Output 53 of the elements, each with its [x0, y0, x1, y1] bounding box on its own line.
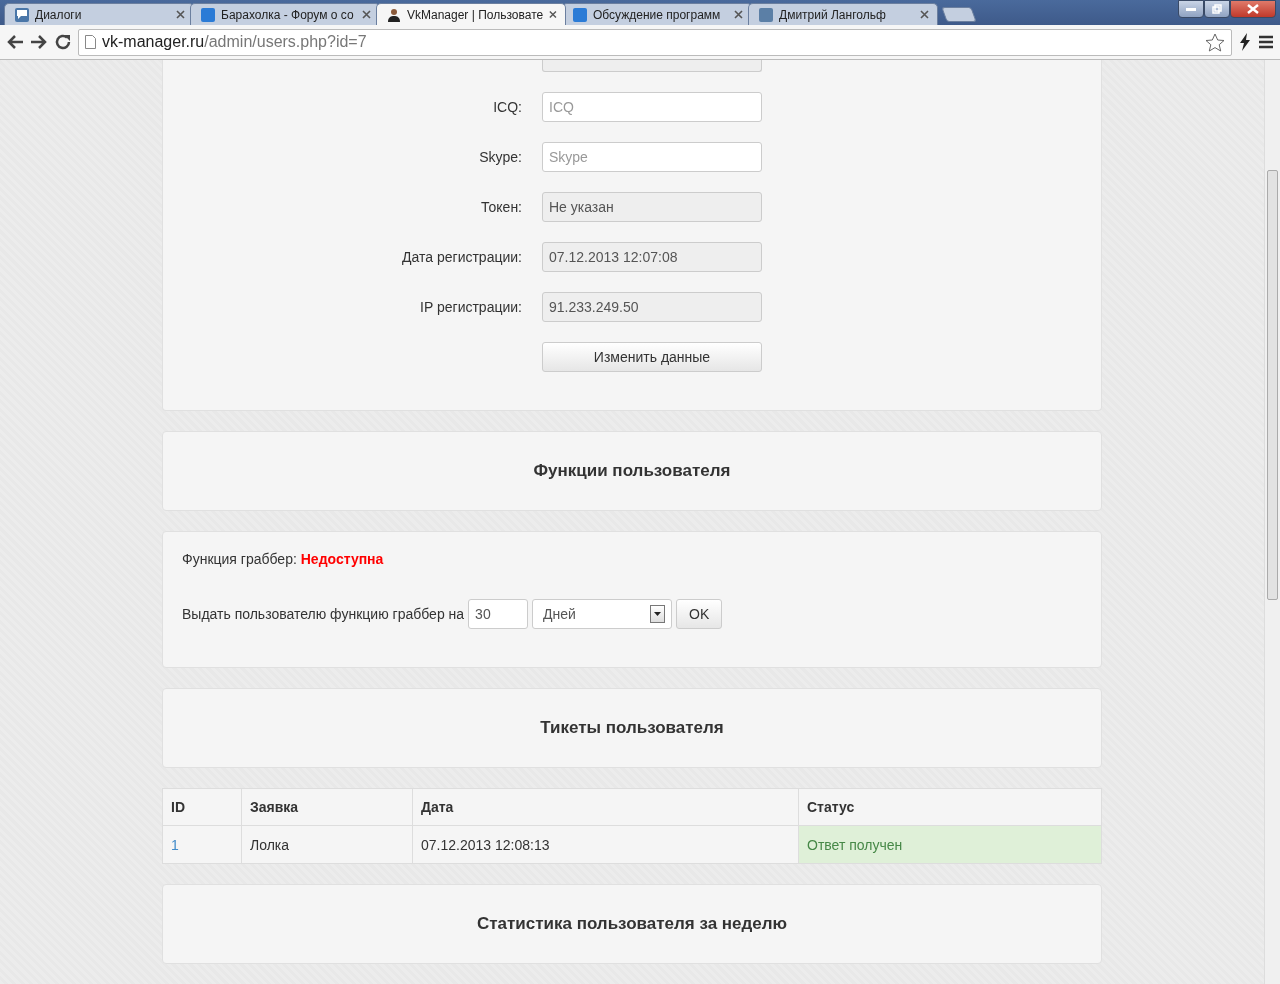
minimize-button[interactable]	[1178, 0, 1204, 18]
column-header: Заявка	[241, 788, 413, 826]
restore-button[interactable]	[1204, 0, 1230, 18]
close-icon	[1247, 4, 1259, 14]
input-field[interactable]	[542, 60, 762, 72]
column-header: ID	[162, 788, 242, 826]
scrollbar[interactable]	[1264, 60, 1280, 984]
section-title: Тикеты пользователя	[539, 717, 725, 739]
star-icon[interactable]	[1205, 32, 1225, 52]
caret-icon	[650, 605, 666, 623]
minimize-icon	[1186, 7, 1196, 11]
new-tab-button[interactable]	[941, 7, 977, 22]
close-icon[interactable]	[176, 10, 185, 19]
close-icon[interactable]	[734, 10, 743, 19]
amount-field[interactable]: 30	[468, 599, 529, 629]
column-header: Дата	[412, 788, 799, 826]
favicon-icon	[573, 7, 587, 22]
input-field[interactable]: Skype	[542, 142, 762, 172]
reload-icon[interactable]	[54, 33, 72, 51]
ok-button[interactable]: OK	[676, 599, 723, 629]
grant-label: Выдать пользователю функцию граббер на	[182, 606, 465, 622]
close-icon[interactable]	[549, 10, 557, 19]
forward-icon[interactable]	[30, 34, 48, 50]
lightning-icon[interactable]	[1238, 33, 1252, 51]
unit-dropdown[interactable]: Дней	[532, 599, 673, 629]
close-icon[interactable]	[920, 10, 929, 19]
address-bar[interactable]: vk-manager.ru/admin/users.php?id=7	[78, 28, 1232, 56]
field-label: IP регистрации:	[419, 299, 522, 315]
save-button[interactable]: Изменить данные	[542, 342, 762, 372]
menu-icon[interactable]	[1258, 35, 1274, 49]
table-cell: 07.12.2013 12:08:13	[412, 825, 799, 864]
person-icon	[387, 7, 401, 22]
back-icon[interactable]	[6, 34, 24, 50]
favicon-icon	[201, 7, 215, 22]
favicon-icon	[15, 7, 29, 22]
field-label: ICQ:	[492, 99, 522, 115]
status-cell: Ответ получен	[798, 825, 1102, 864]
input-field[interactable]: ICQ	[542, 92, 762, 122]
close-window-button[interactable]	[1230, 0, 1276, 18]
column-header: Статус	[798, 788, 1102, 826]
section-title: Функции пользователя	[532, 460, 732, 482]
field-label: Токен:	[480, 199, 522, 215]
field-label: Skype:	[478, 149, 522, 165]
section-title: Статистика пользователя за неделю	[475, 913, 789, 935]
close-icon[interactable]	[362, 10, 371, 19]
browser-tab[interactable]: VkManager | Пользовате	[376, 3, 566, 25]
restore-icon	[1212, 4, 1222, 14]
field-label: Дата регистрации:	[401, 249, 522, 265]
grabber-status: Функция граббер: Недоступна	[182, 551, 385, 567]
page-icon	[85, 35, 96, 49]
favicon-icon	[759, 7, 773, 22]
table-cell: Лолка	[241, 825, 413, 864]
browser-tab[interactable]: Дмитрий Лангольф	[748, 3, 938, 25]
